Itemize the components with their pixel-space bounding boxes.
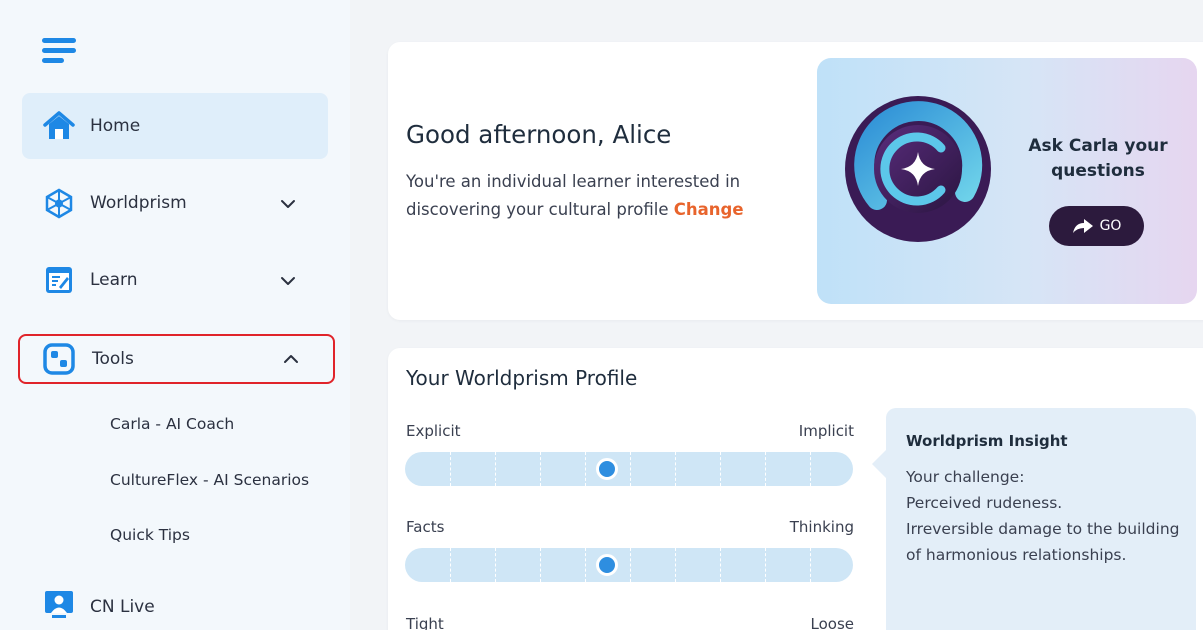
dimension-right-label: Implicit — [798, 422, 854, 440]
insight-title: Worldprism Insight — [906, 432, 1068, 450]
chevron-up-icon — [284, 355, 298, 363]
dimension-left-label: Tight — [406, 615, 444, 630]
go-button[interactable]: GO — [1049, 206, 1144, 246]
greeting-card: Good afternoon, Alice You're an individu… — [388, 42, 1203, 320]
home-icon — [43, 111, 75, 139]
dimension-left-label: Explicit — [406, 422, 461, 440]
greeting-text: You're an individual learner interested … — [406, 168, 786, 224]
carla-logo-icon — [845, 96, 991, 242]
worldprism-insight-panel: Worldprism Insight Your challenge: Perce… — [872, 408, 1196, 630]
profile-slider-facts-thinking[interactable] — [405, 548, 853, 582]
sidebar-item-label: Tools — [92, 349, 134, 369]
insight-line: Perceived rudeness. — [906, 494, 1063, 512]
go-button-label: GO — [1099, 218, 1122, 234]
sidebar-item-label: Home — [90, 116, 141, 136]
profile-slider-thumb[interactable] — [595, 458, 618, 480]
dimension-left-label: Facts — [406, 518, 445, 536]
sidebar-item-label: Learn — [90, 270, 138, 290]
sidebar-item-tools[interactable]: Tools — [18, 334, 335, 384]
share-arrow-icon — [1072, 219, 1093, 233]
insight-line: Your challenge: — [906, 468, 1025, 486]
greeting-title: Good afternoon, Alice — [406, 120, 672, 149]
profile-slider-explicit-implicit[interactable] — [405, 452, 853, 486]
dimension-right-label: Thinking — [789, 518, 854, 536]
sidebar-item-home[interactable]: Home — [22, 93, 328, 159]
carla-title: Ask Carla your questions — [1028, 136, 1168, 181]
change-link[interactable]: Change — [674, 200, 744, 219]
tools-icon — [43, 343, 75, 375]
sidebar: Home Worldprism Learn Tools Carla - AI C… — [0, 0, 350, 630]
learn-icon — [46, 267, 72, 293]
worldprism-profile-card: Your Worldprism Profile Explicit Implici… — [388, 348, 1203, 630]
sidebar-item-label: Worldprism — [90, 193, 187, 213]
profile-title: Your Worldprism Profile — [406, 366, 638, 390]
sidebar-item-label: CN Live — [90, 597, 155, 617]
chevron-down-icon — [281, 277, 295, 285]
worldprism-icon — [45, 188, 73, 219]
sub-item-cultureflex-ai-scenarios[interactable]: CultureFlex - AI Scenarios — [110, 471, 309, 489]
menu-icon[interactable] — [42, 38, 76, 64]
insight-line: Irreversible damage to the building of h… — [906, 520, 1180, 564]
cn-live-icon — [45, 591, 73, 618]
dimension-right-label: Loose — [810, 615, 855, 630]
sidebar-item-learn[interactable]: Learn — [22, 247, 328, 313]
insight-text: Your challenge: Perceived rudeness. Irre… — [906, 464, 1186, 568]
sidebar-item-worldprism[interactable]: Worldprism — [22, 170, 328, 236]
sidebar-item-cn-live[interactable]: CN Live — [22, 574, 328, 630]
profile-slider-thumb[interactable] — [595, 554, 618, 576]
ask-carla-panel: Ask Carla your questions GO — [817, 58, 1197, 304]
sub-item-carla-ai-coach[interactable]: Carla - AI Coach — [110, 415, 234, 433]
sub-item-quick-tips[interactable]: Quick Tips — [110, 526, 190, 544]
chevron-down-icon — [281, 200, 295, 208]
